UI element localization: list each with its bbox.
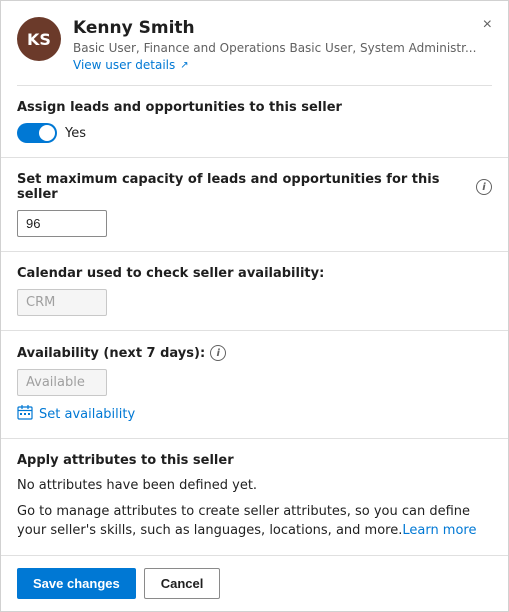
seller-panel: KS Kenny Smith Basic User, Finance and O… [0,0,509,612]
save-changes-button[interactable]: Save changes [17,568,136,599]
assign-leads-section: Assign leads and opportunities to this s… [1,86,508,158]
seller-roles: Basic User, Finance and Operations Basic… [73,41,492,55]
availability-section: Availability (next 7 days): i Available … [1,331,508,439]
availability-label: Availability (next 7 days): i [17,345,492,361]
toggle-label: Yes [65,126,86,141]
footer: Save changes Cancel [1,555,508,611]
external-link-icon: ↗ [180,60,188,71]
no-attributes-text: No attributes have been defined yet. [17,476,492,496]
calendar-value: CRM [17,289,107,316]
availability-value: Available [17,369,107,396]
calendar-icon [17,404,33,424]
calendar-section: Calendar used to check seller availabili… [1,252,508,331]
toggle-row: Yes [17,123,492,143]
set-availability-label[interactable]: Set availability [39,407,135,422]
set-availability-row[interactable]: Set availability [17,404,492,424]
attributes-body: No attributes have been defined yet. Go … [17,476,492,541]
avatar: KS [17,17,61,61]
header-info: Kenny Smith Basic User, Finance and Oper… [73,17,492,73]
view-user-details-link[interactable]: View user details ↗ [73,58,189,72]
max-capacity-info-icon[interactable]: i [476,179,492,195]
learn-more-link[interactable]: Learn more [402,523,476,538]
seller-name: Kenny Smith [73,17,492,39]
max-capacity-label: Set maximum capacity of leads and opport… [17,172,492,202]
toggle-track[interactable] [17,123,57,143]
calendar-label: Calendar used to check seller availabili… [17,266,492,281]
max-capacity-input[interactable] [17,210,107,237]
assign-leads-toggle[interactable] [17,123,57,143]
max-capacity-section: Set maximum capacity of leads and opport… [1,158,508,252]
attributes-section: Apply attributes to this seller No attri… [1,439,508,555]
toggle-thumb [39,125,55,141]
attributes-label: Apply attributes to this seller [17,453,492,468]
cancel-button[interactable]: Cancel [144,568,221,599]
availability-info-icon[interactable]: i [210,345,226,361]
header: KS Kenny Smith Basic User, Finance and O… [1,1,508,85]
assign-leads-label: Assign leads and opportunities to this s… [17,100,492,115]
close-button[interactable]: × [479,13,496,37]
